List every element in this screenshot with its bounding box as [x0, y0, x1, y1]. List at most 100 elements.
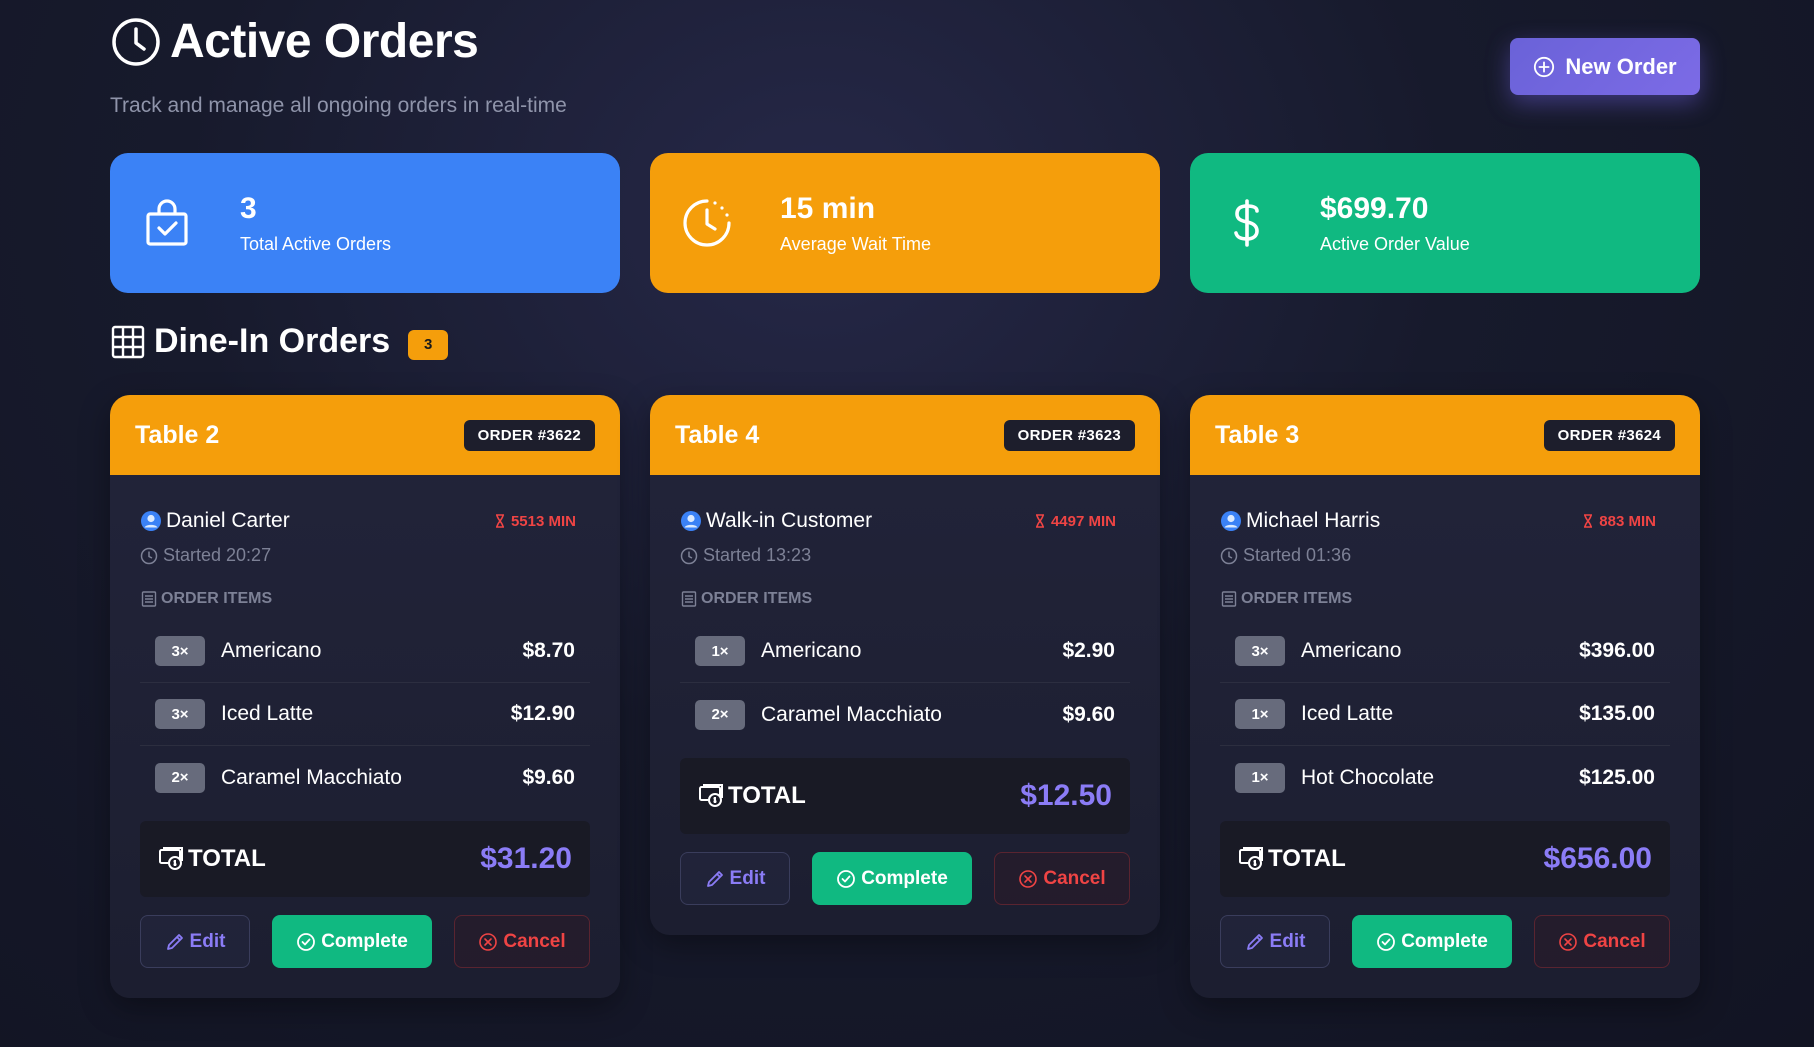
- total-label: TOTAL: [698, 782, 806, 810]
- item-name: Caramel Macchiato: [221, 765, 402, 789]
- started-time: Started 01:36: [1220, 545, 1670, 566]
- item-quantity: 3×: [1235, 636, 1285, 666]
- clock-icon: [112, 17, 160, 66]
- item-price: $2.90: [1062, 639, 1115, 662]
- list-item: 1× Hot Chocolate $125.00: [1220, 746, 1670, 809]
- check-circle-icon: [1377, 932, 1396, 951]
- total-label: TOTAL: [158, 845, 266, 873]
- started-text: Started 01:36: [1243, 545, 1352, 565]
- total-text: TOTAL: [1268, 845, 1346, 872]
- item-quantity: 1×: [1235, 699, 1285, 729]
- section-header: Dine-In Orders 3: [110, 322, 449, 361]
- pencil-icon: [706, 870, 723, 887]
- x-circle-icon: [1559, 932, 1578, 951]
- card-header: Table 2 ORDER #3622: [110, 395, 620, 475]
- order-items-label: ORDER ITEMS: [140, 590, 590, 608]
- wait-value: 883 MIN: [1599, 512, 1656, 530]
- order-card: Table 4 ORDER #3623 Walk-in Customer 449…: [650, 395, 1160, 935]
- edit-label: Edit: [189, 930, 226, 952]
- order-items-text: ORDER ITEMS: [161, 590, 273, 607]
- list-item: 2× Caramel Macchiato $9.60: [140, 746, 590, 809]
- order-items-text: ORDER ITEMS: [1241, 590, 1353, 607]
- wait-time: 5513 MIN: [493, 513, 576, 530]
- edit-button[interactable]: Edit: [140, 915, 250, 968]
- item-price: $396.00: [1579, 639, 1655, 662]
- customer-row: Daniel Carter 5513 MIN: [140, 509, 590, 533]
- cancel-button[interactable]: Cancel: [1534, 915, 1670, 968]
- edit-label: Edit: [729, 867, 766, 889]
- edit-label: Edit: [1269, 930, 1306, 952]
- clock-icon: [683, 199, 731, 247]
- cancel-button[interactable]: Cancel: [994, 852, 1130, 905]
- cancel-label: Cancel: [1583, 930, 1646, 952]
- x-circle-icon: [479, 932, 498, 951]
- shopping-bag-check-icon: [146, 199, 188, 246]
- item-price: $9.60: [522, 765, 575, 789]
- wait-time: 4497 MIN: [1033, 513, 1116, 530]
- customer: Daniel Carter: [140, 509, 290, 533]
- stat-value: 3: [240, 191, 257, 225]
- hourglass-icon: [1035, 514, 1044, 528]
- list-item: 2× Caramel Macchiato $9.60: [680, 683, 1130, 746]
- edit-button[interactable]: Edit: [680, 852, 790, 905]
- complete-label: Complete: [861, 867, 948, 889]
- complete-button[interactable]: Complete: [812, 852, 972, 905]
- hourglass-icon: [495, 514, 504, 528]
- total-value: $31.20: [480, 842, 572, 875]
- complete-label: Complete: [1401, 930, 1488, 952]
- total-text: TOTAL: [728, 782, 806, 809]
- x-circle-icon: [1019, 869, 1038, 888]
- item-name: Hot Chocolate: [1301, 765, 1435, 789]
- items-list: 3× Americano $396.00 1× Iced Latte $135.…: [1220, 620, 1670, 809]
- customer-name: Walk-in Customer: [706, 509, 873, 532]
- total-box: TOTAL $31.20: [140, 821, 590, 897]
- customer: Walk-in Customer: [680, 509, 872, 533]
- new-order-button[interactable]: New Order: [1510, 38, 1700, 95]
- total-label: TOTAL: [1238, 845, 1346, 873]
- grid-icon: [111, 325, 145, 358]
- total-text: TOTAL: [188, 845, 266, 872]
- item-name: Americano: [1301, 639, 1402, 662]
- card-body: Daniel Carter 5513 MIN Started 20:27 ORD…: [110, 475, 620, 998]
- user-circle-icon: [141, 511, 161, 531]
- stat-card-active-orders: 3 Total Active Orders: [110, 153, 620, 293]
- started-time: Started 20:27: [140, 545, 590, 566]
- list-item: 3× Americano $396.00: [1220, 620, 1670, 683]
- cancel-button[interactable]: Cancel: [454, 915, 590, 968]
- item-price: $12.90: [510, 702, 575, 725]
- plus-circle-icon: [1534, 56, 1555, 77]
- receipt-icon: [141, 591, 157, 607]
- items-list: 3× Americano $8.70 3× Iced Latte $12.90 …: [140, 620, 590, 809]
- header: Active Orders Track and manage all ongoi…: [110, 10, 1700, 120]
- item-quantity: 1×: [695, 636, 745, 666]
- order-number-badge: ORDER #3624: [1543, 419, 1675, 451]
- user-circle-icon: [681, 511, 701, 531]
- wait-value: 4497 MIN: [1050, 512, 1116, 530]
- receipt-icon: [681, 591, 697, 607]
- started-time: Started 13:23: [680, 545, 1130, 566]
- item-name: Americano: [761, 639, 862, 662]
- order-number-badge: ORDER #3622: [463, 419, 595, 451]
- customer-name: Daniel Carter: [166, 509, 290, 532]
- order-number-badge: ORDER #3623: [1003, 419, 1135, 451]
- total-value: $656.00: [1543, 842, 1652, 875]
- clock-icon: [140, 547, 158, 564]
- total-box: TOTAL $656.00: [1220, 821, 1670, 897]
- complete-button[interactable]: Complete: [272, 915, 432, 968]
- action-buttons: Edit Complete Cancel: [680, 852, 1130, 905]
- stats-row: 3 Total Active Orders 15 min Average Wai…: [110, 153, 1700, 293]
- edit-button[interactable]: Edit: [1220, 915, 1330, 968]
- item-quantity: 3×: [155, 636, 205, 666]
- item-quantity: 2×: [155, 762, 205, 793]
- started-text: Started 13:23: [703, 545, 812, 565]
- cancel-label: Cancel: [503, 930, 566, 952]
- check-circle-icon: [297, 932, 316, 951]
- item-quantity: 3×: [155, 699, 205, 729]
- action-buttons: Edit Complete Cancel: [140, 915, 590, 968]
- section-title: Dine-In Orders: [154, 322, 391, 360]
- item-name: Americano: [221, 639, 322, 662]
- hourglass-icon: [1584, 514, 1593, 528]
- order-card: Table 2 ORDER #3622 Daniel Carter 5513 M…: [110, 395, 620, 998]
- item-price: $135.00: [1579, 702, 1655, 725]
- complete-button[interactable]: Complete: [1352, 915, 1512, 968]
